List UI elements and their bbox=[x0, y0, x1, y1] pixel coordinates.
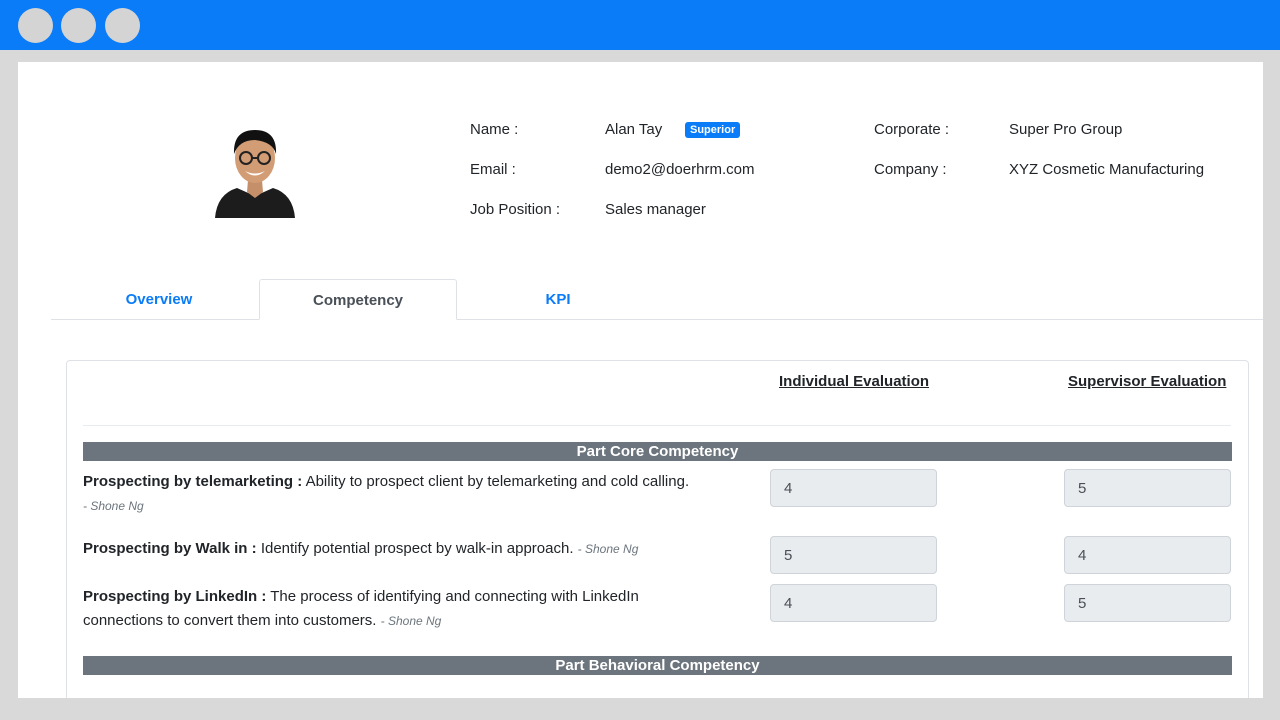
email-label: Email : bbox=[470, 161, 516, 178]
name-label: Name : bbox=[470, 121, 519, 138]
corporate-label: Corporate : bbox=[874, 121, 950, 138]
name-value: Alan Tay bbox=[605, 121, 663, 138]
supervisor-score-field[interactable]: 5 bbox=[1064, 469, 1231, 507]
individual-score-field[interactable]: 4 bbox=[770, 584, 937, 622]
competency-description: Ability to prospect client by telemarket… bbox=[305, 473, 690, 490]
job-position-label: Job Position : bbox=[470, 201, 561, 218]
window-control-minimize[interactable] bbox=[61, 8, 96, 43]
competency-card: Individual Evaluation Supervisor Evaluat… bbox=[66, 360, 1249, 698]
role-badge: Superior bbox=[685, 122, 741, 138]
app-window: Name : Alan Tay Superior Email : demo2@d… bbox=[18, 62, 1263, 698]
window-control-close[interactable] bbox=[18, 8, 53, 43]
competency-description: Identify potential prospect by walk-in a… bbox=[260, 540, 574, 557]
competency-title: Prospecting by telemarketing : bbox=[83, 473, 303, 490]
supervisor-score-field[interactable]: 5 bbox=[1064, 584, 1231, 622]
tab-overview[interactable]: Overview bbox=[60, 279, 258, 320]
email-value: demo2@doerhrm.com bbox=[605, 161, 755, 178]
company-label: Company : bbox=[874, 161, 947, 178]
corporate-value: Super Pro Group bbox=[1009, 121, 1123, 138]
company-value: XYZ Cosmetic Manufacturing bbox=[1009, 161, 1205, 178]
competency-item: Prospecting by telemarketing : Ability t… bbox=[83, 470, 743, 518]
competency-author: - Shone Ng bbox=[83, 499, 144, 513]
supervisor-evaluation-header: Supervisor Evaluation bbox=[1068, 373, 1227, 390]
competency-author: - Shone Ng bbox=[577, 542, 639, 556]
supervisor-score-field[interactable]: 4 bbox=[1064, 536, 1231, 574]
section-header-behavioral: Part Behavioral Competency bbox=[83, 656, 1232, 675]
competency-title: Prospecting by Walk in : bbox=[83, 540, 257, 557]
competency-author: - Shone Ng bbox=[380, 614, 442, 628]
tab-kpi[interactable]: KPI bbox=[459, 279, 657, 320]
section-header-core: Part Core Competency bbox=[83, 442, 1232, 461]
browser-title-bar bbox=[0, 0, 1280, 50]
competency-item: Prospecting by Walk in : Identify potent… bbox=[83, 537, 743, 561]
job-position-value: Sales manager bbox=[605, 201, 706, 218]
tab-competency[interactable]: Competency bbox=[259, 279, 457, 320]
competency-title: Prospecting by LinkedIn : bbox=[83, 588, 267, 605]
individual-evaluation-header: Individual Evaluation bbox=[779, 373, 930, 390]
individual-score-field[interactable]: 4 bbox=[770, 469, 937, 507]
window-control-maximize[interactable] bbox=[105, 8, 140, 43]
header-divider bbox=[83, 425, 1231, 426]
individual-score-field[interactable]: 5 bbox=[770, 536, 937, 574]
competency-item: Prospecting by LinkedIn : The process of… bbox=[83, 585, 693, 633]
avatar bbox=[215, 130, 295, 218]
